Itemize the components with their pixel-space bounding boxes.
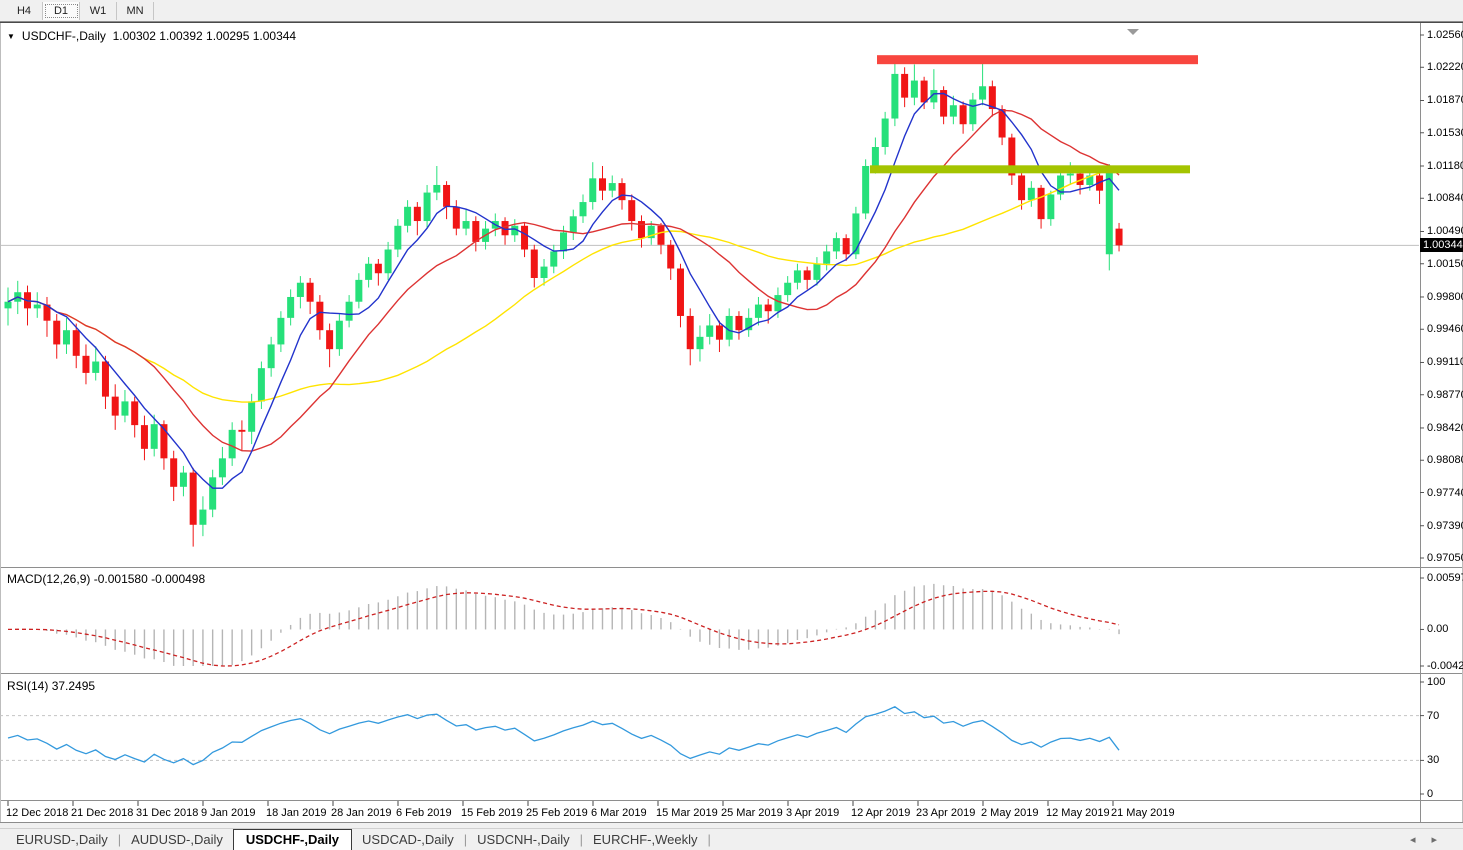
macd-tick-label: -0.004243 [1427, 660, 1463, 672]
date-tick-label: 31 Dec 2018 [136, 807, 198, 819]
ma-medium-line [8, 110, 1119, 451]
tab-separator: | [708, 830, 711, 850]
chart-window[interactable]: ▼ USDCHF-,Daily 1.00302 1.00392 1.00295 1… [0, 22, 1463, 822]
candles-layer [5, 61, 1123, 547]
tab-scroll-right-icon[interactable]: ▸ [1431, 834, 1453, 846]
date-tick-label: 15 Mar 2019 [656, 807, 718, 819]
price-tick-label: 1.01870 [1427, 94, 1463, 106]
date-tick-label: 3 Apr 2019 [786, 807, 839, 819]
timeframe-button-w1[interactable]: W1 [80, 2, 117, 20]
ma-fast-line [8, 94, 1119, 489]
price-tick-label: 1.00840 [1427, 192, 1463, 204]
date-tick-label: 21 Dec 2018 [71, 807, 133, 819]
macd-values: -0.001580 -0.000498 [94, 572, 205, 586]
date-tick-label: 25 Mar 2019 [721, 807, 783, 819]
date-tick-label: 15 Feb 2019 [461, 807, 523, 819]
price-tick-label: 0.98420 [1427, 422, 1463, 434]
shift-end-marker-icon[interactable] [1127, 29, 1139, 35]
rsi-indicator-label: RSI(14) 37.2495 [7, 679, 95, 693]
macd-indicator-label: MACD(12,26,9) -0.001580 -0.000498 [7, 572, 205, 586]
main-pane[interactable] [0, 61, 1420, 547]
resistance-level-bar[interactable] [877, 55, 1198, 64]
tab-usdcad[interactable]: USDCAD-,Daily [352, 830, 464, 850]
date-tick-label: 6 Mar 2019 [591, 807, 647, 819]
price-tick-label: 1.01180 [1427, 160, 1463, 172]
date-tick-label: 12 Dec 2018 [6, 807, 68, 819]
timeframe-button-mn[interactable]: MN [117, 2, 154, 20]
macd-name: MACD(12,26,9) [7, 572, 90, 586]
price-tick-label: 1.02560 [1427, 29, 1463, 41]
price-tick-label: 1.02220 [1427, 61, 1463, 73]
date-tick-label: 25 Feb 2019 [526, 807, 588, 819]
tab-eurusd[interactable]: EURUSD-,Daily [6, 830, 118, 850]
price-tick-label: 0.98770 [1427, 389, 1463, 401]
date-tick-label: 21 May 2019 [1111, 807, 1175, 819]
timeframe-button-d1[interactable]: D1 [43, 2, 80, 20]
price-tick-label: 0.99460 [1427, 323, 1463, 335]
rsi-name: RSI(14) [7, 679, 48, 693]
timeframe-toolbar: H4D1W1MN [0, 0, 1463, 22]
rsi-tick-label: 0 [1427, 788, 1433, 800]
price-tick-label: 1.00490 [1427, 225, 1463, 237]
price-tick-label: 0.97390 [1427, 520, 1463, 532]
mt4-window: H4D1W1MN ▼ USDCHF-,Daily 1.00302 1.00392 … [0, 0, 1463, 850]
current-price-tag: 1.00344 [1420, 238, 1463, 252]
rsi-pane[interactable] [0, 707, 1420, 765]
date-tick-label: 6 Feb 2019 [396, 807, 452, 819]
price-tick-label: 0.99800 [1427, 291, 1463, 303]
date-tick-label: 28 Jan 2019 [331, 807, 392, 819]
macd-tick-label: 0.00597 [1427, 572, 1463, 584]
price-tick-label: 0.97050 [1427, 552, 1463, 564]
price-tick-label: 1.00150 [1427, 258, 1463, 270]
timeframe-button-h4[interactable]: H4 [6, 2, 43, 20]
tab-scroll-left-icon[interactable]: ◂ [1410, 834, 1432, 846]
price-tick-label: 0.99110 [1427, 356, 1463, 368]
window-border-left [0, 23, 1, 823]
collapse-triangle-icon[interactable]: ▼ [7, 32, 15, 41]
price-tick-label: 0.97740 [1427, 487, 1463, 499]
rsi-tick-label: 70 [1427, 710, 1439, 722]
pane-separator [0, 568, 1463, 569]
tab-scroll-arrows[interactable]: ◂▸ [1410, 833, 1453, 846]
rsi-tick-label: 30 [1427, 754, 1439, 766]
pane-separator [0, 674, 1463, 675]
price-tick-label: 1.01530 [1427, 127, 1463, 139]
date-tick-label: 9 Jan 2019 [201, 807, 255, 819]
date-tick-label: 23 Apr 2019 [916, 807, 975, 819]
price-tick-label: 0.98080 [1427, 454, 1463, 466]
tab-eurchf[interactable]: EURCHF-,Weekly [583, 830, 708, 850]
ma-slow-line [8, 168, 1119, 402]
tab-usdchf[interactable]: USDCHF-,Daily [233, 829, 352, 850]
macd-tick-label: 0.00 [1427, 623, 1448, 635]
pane-separator [0, 567, 1463, 568]
date-tick-label: 2 May 2019 [981, 807, 1038, 819]
chart-tabbar: EURUSD-,Daily | AUDUSD-,DailyUSDCHF-,Daily… [0, 828, 1463, 850]
tab-items: EURUSD-,Daily | AUDUSD-,DailyUSDCHF-,Daily… [6, 829, 711, 850]
pane-separator [0, 673, 1463, 674]
chart-ohlc-values: 1.00302 1.00392 1.00295 1.00344 [113, 29, 297, 43]
rsi-tick-label: 100 [1427, 676, 1445, 688]
axis-border [1420, 23, 1421, 823]
support-level-bar[interactable] [870, 165, 1190, 173]
tab-usdcnh[interactable]: USDCNH-,Daily [467, 830, 579, 850]
date-tick-label: 12 May 2019 [1046, 807, 1110, 819]
macd-pane[interactable] [8, 584, 1119, 666]
rsi-value: 37.2495 [52, 679, 95, 693]
date-tick-label: 12 Apr 2019 [851, 807, 910, 819]
tab-audusd[interactable]: AUDUSD-,Daily [121, 830, 233, 850]
chart-symbol-label: USDCHF-,Daily [22, 29, 106, 43]
price-chart[interactable] [0, 23, 1463, 823]
chart-title: ▼ USDCHF-,Daily 1.00302 1.00392 1.00295 1… [7, 29, 296, 43]
date-tick-label: 18 Jan 2019 [266, 807, 327, 819]
pane-separator [0, 800, 1463, 801]
